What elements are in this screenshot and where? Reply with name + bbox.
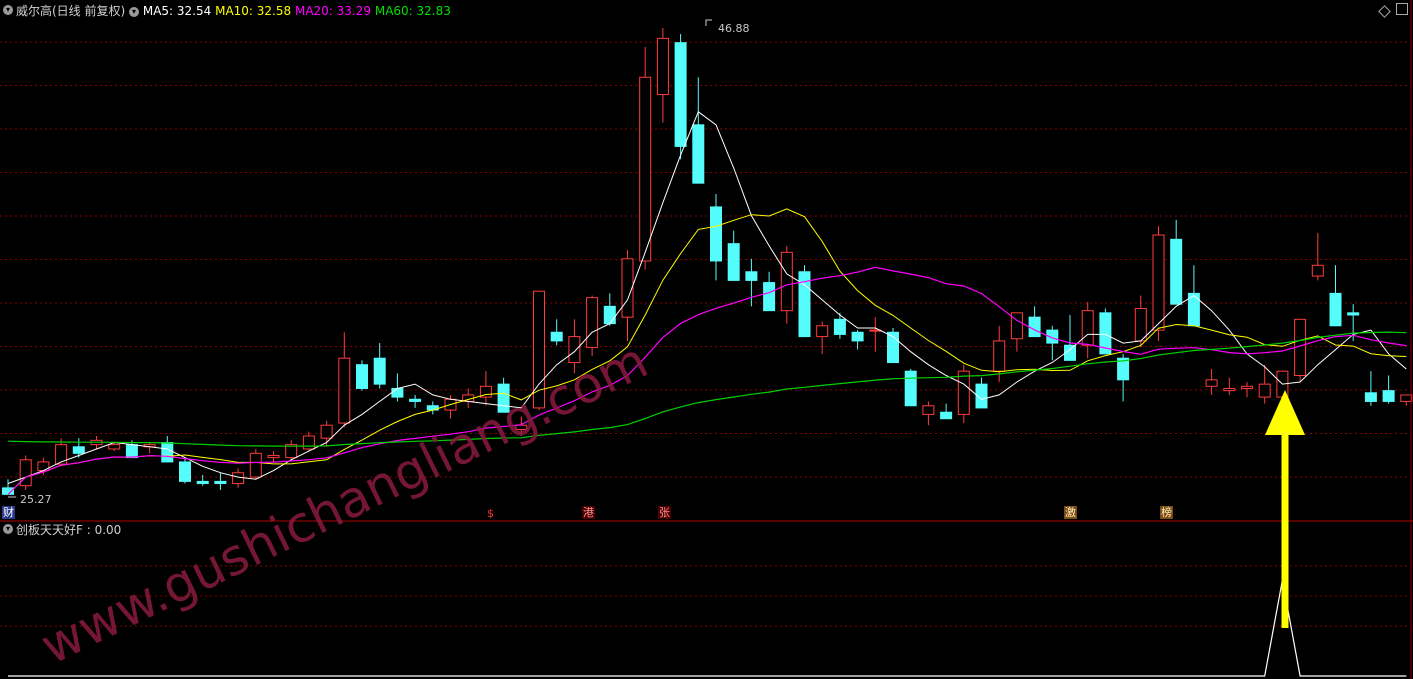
- candle-body: [1364, 392, 1377, 402]
- ma20-label: MA20: 33.29: [294, 4, 372, 18]
- candle-body: [267, 454, 280, 459]
- ma-settings-icon[interactable]: ▾: [129, 6, 140, 17]
- candle-body: [656, 37, 669, 96]
- event-marker-dollar[interactable]: $: [486, 507, 495, 520]
- candle-body: [1028, 316, 1041, 338]
- candle-body: [373, 357, 386, 385]
- candle-body: [851, 331, 864, 342]
- candle-body: [302, 435, 315, 450]
- candle-body: [993, 340, 1006, 372]
- ma10-line: [7, 208, 1407, 495]
- candle-body: [179, 461, 191, 482]
- candle-body: [1152, 234, 1165, 331]
- candle-body: [639, 76, 652, 262]
- candle-body: [409, 398, 422, 402]
- candle-body: [621, 258, 634, 318]
- candle-body: [37, 461, 50, 472]
- event-marker-hk[interactable]: 港: [582, 506, 595, 519]
- event-marker-rise[interactable]: 张: [658, 506, 671, 519]
- candle-body: [833, 318, 846, 335]
- yellow-arrow-icon: [1265, 390, 1305, 628]
- candle-body: [1223, 387, 1236, 392]
- candle-body: [904, 370, 917, 407]
- candle-body: [19, 459, 32, 487]
- candle-body: [426, 405, 439, 411]
- candle-body: [692, 124, 705, 184]
- candle-body: [745, 271, 758, 281]
- stock-title: 威尔高(日线 前复权): [16, 4, 126, 18]
- candle-body: [603, 305, 616, 325]
- collapse-circle-icon[interactable]: ▾: [3, 524, 13, 534]
- candle-body: [1329, 292, 1342, 327]
- high-price-label: 46.88: [718, 22, 750, 35]
- collapse-circle-icon[interactable]: ▾: [3, 5, 13, 15]
- candle-body: [957, 370, 970, 415]
- ma60-line: [7, 331, 1407, 447]
- candle-body: [1134, 308, 1147, 342]
- candle-body: [320, 424, 333, 439]
- candle-body: [1382, 390, 1395, 402]
- indicator-label: 创板天天好F : 0.00: [16, 523, 122, 537]
- candle-body: [586, 297, 599, 348]
- candle-body: [161, 441, 174, 463]
- candlestick-series: [2, 28, 1413, 495]
- candle-body: [710, 206, 722, 262]
- ma10-label: MA10: 32.58: [215, 4, 292, 18]
- price-grid: [0, 41, 1411, 478]
- event-marker-finance[interactable]: 财: [2, 506, 15, 519]
- candle-body: [72, 446, 85, 454]
- candle-body: [338, 357, 351, 424]
- candle-body: [727, 243, 740, 281]
- candle-body: [922, 405, 935, 415]
- candle-body: [249, 452, 262, 478]
- candle-body: [674, 42, 687, 147]
- candle-body: [55, 444, 68, 465]
- candle-body: [1081, 310, 1094, 346]
- candle-body: [356, 364, 368, 389]
- ma5-label: MA5: 32.54: [142, 4, 212, 18]
- candle-body: [1170, 238, 1183, 305]
- ma5-line: [7, 111, 1407, 484]
- ma60-label: MA60: 32.83: [374, 4, 451, 18]
- candle-body: [196, 480, 209, 485]
- event-marker-rank[interactable]: 榜: [1160, 506, 1173, 519]
- candle-body: [1400, 394, 1413, 402]
- candle-body: [763, 282, 776, 312]
- candle-body: [1311, 264, 1324, 277]
- high-price-pointer: [705, 19, 712, 26]
- candle-body: [125, 444, 138, 459]
- candle-body: [391, 387, 404, 398]
- candle-body: [1241, 385, 1253, 389]
- candle-body: [108, 444, 121, 450]
- candle-body: [1205, 379, 1218, 387]
- main-chart-header: 威尔高(日线 前复权) ▾ MA5: 32.54 MA10: 32.58 MA2…: [16, 4, 451, 18]
- candle-body: [1258, 383, 1271, 398]
- indicator-header: 创板天天好F : 0.00: [16, 523, 121, 537]
- candle-body: [940, 411, 953, 420]
- event-marker-incentive[interactable]: 激: [1064, 506, 1077, 519]
- candle-body: [1347, 312, 1360, 316]
- candle-body: [780, 251, 793, 312]
- candle-body: [232, 472, 245, 485]
- stock-chart[interactable]: 46.88 25.27 www.gushichangliang.com: [0, 0, 1413, 679]
- close-panel-icon[interactable]: [1396, 3, 1408, 15]
- candle-body: [550, 331, 563, 342]
- candle-body: [214, 480, 227, 485]
- low-price-label: 25.27: [20, 493, 52, 506]
- candle-body: [816, 325, 829, 338]
